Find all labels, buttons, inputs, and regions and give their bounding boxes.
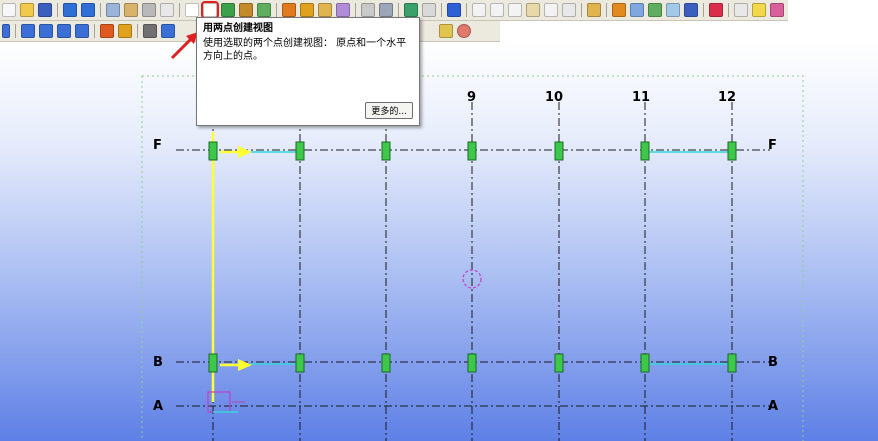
export-icon[interactable]	[221, 3, 235, 17]
redo-icon[interactable]	[81, 3, 95, 17]
lightbulb-icon[interactable]	[752, 3, 766, 17]
paste-icon[interactable]	[124, 3, 138, 17]
column-marker[interactable]	[554, 141, 564, 161]
grid-column-label-10: 10	[545, 90, 563, 105]
tooltip: 用两点创建视图 使用选取的两个点创建视图： 原点和一个水平方向上的点。 更多的.…	[196, 17, 420, 126]
bolt-icon[interactable]	[100, 24, 114, 38]
target-icon[interactable]	[457, 24, 471, 38]
pen-icon[interactable]	[439, 24, 453, 38]
grid-column-label-12: 12	[718, 90, 736, 105]
grid-row-label-b-left: B	[153, 355, 163, 370]
report-icon[interactable]	[300, 3, 314, 17]
cross-icon[interactable]	[508, 3, 522, 17]
grid-column-label-11: 11	[632, 90, 650, 105]
create-view-two-points-icon[interactable]	[201, 1, 219, 19]
toolbar-separator	[137, 24, 138, 38]
brace-icon[interactable]	[39, 24, 53, 38]
drawing-icon[interactable]	[282, 3, 296, 17]
toolbar-separator	[606, 3, 607, 17]
column-marker[interactable]	[208, 353, 218, 373]
weld-icon[interactable]	[118, 24, 132, 38]
properties-icon[interactable]	[160, 3, 174, 17]
arrow-icon[interactable]	[361, 3, 375, 17]
select-icon[interactable]	[404, 3, 418, 17]
magnet-icon[interactable]	[239, 3, 253, 17]
plate-icon[interactable]	[75, 24, 89, 38]
undo-icon[interactable]	[63, 3, 77, 17]
model-view[interactable]: 9 10 11 12 F F B B A A	[0, 42, 878, 441]
column-markers-row-f	[208, 141, 737, 161]
book-icon[interactable]	[318, 3, 332, 17]
grid-row-label-f-left: F	[153, 138, 162, 153]
grid-row-label-a-left: A	[153, 399, 163, 414]
model-icon[interactable]	[422, 3, 436, 17]
palette-icon[interactable]	[770, 3, 784, 17]
column-marker[interactable]	[381, 353, 391, 373]
stop-icon[interactable]	[709, 3, 723, 17]
toolbar-separator	[398, 3, 399, 17]
grid-column-label-9: 9	[467, 90, 476, 105]
toolbar-separator	[581, 3, 582, 17]
library-icon[interactable]	[684, 3, 698, 17]
toolbar-separator	[15, 24, 16, 38]
render-icon[interactable]	[666, 3, 680, 17]
gallery-icon[interactable]	[336, 3, 350, 17]
brush-icon[interactable]	[587, 3, 601, 17]
column-marker[interactable]	[640, 353, 650, 373]
view-icon[interactable]	[185, 3, 199, 17]
tools-icon[interactable]	[379, 3, 393, 17]
binoculars-icon[interactable]	[143, 24, 157, 38]
toolbar-separator	[355, 3, 356, 17]
direction-arrow-top	[220, 146, 252, 158]
toolbar-separator	[57, 3, 58, 17]
tooltip-title: 用两点创建视图	[203, 23, 273, 34]
toolbar-separator	[728, 3, 729, 17]
print-icon[interactable]	[142, 3, 156, 17]
grid-row-label-f-right: F	[768, 138, 777, 153]
help-icon[interactable]	[447, 3, 461, 17]
column-marker[interactable]	[381, 141, 391, 161]
snap-icon[interactable]	[257, 3, 271, 17]
more-info-button[interactable]: 更多的...	[365, 102, 413, 119]
toolbar-separator	[94, 24, 95, 38]
direction-arrow-bottom	[220, 359, 252, 371]
column-marker[interactable]	[554, 353, 564, 373]
new-icon[interactable]	[2, 3, 16, 17]
column-marker[interactable]	[295, 353, 305, 373]
copy-icon[interactable]	[106, 3, 120, 17]
dimension-icon[interactable]	[472, 3, 486, 17]
toolbar-separator	[179, 3, 180, 17]
column-marker[interactable]	[640, 141, 650, 161]
arc-icon[interactable]	[544, 3, 558, 17]
grid-row-label-a-right: A	[768, 399, 778, 414]
grid-row-label-b-right: B	[768, 355, 778, 370]
column-marker[interactable]	[208, 141, 218, 161]
column-markers-row-b	[208, 353, 737, 373]
column-marker[interactable]	[727, 141, 737, 161]
column-marker[interactable]	[467, 353, 477, 373]
clash-icon[interactable]	[648, 3, 662, 17]
tooltip-description: 使用选取的两个点创建视图： 原点和一个水平方向上的点。	[203, 38, 407, 62]
open-icon[interactable]	[20, 3, 34, 17]
toolbar-separator	[703, 3, 704, 17]
measure-icon[interactable]	[526, 3, 540, 17]
grid-drawing[interactable]: 9 10 11 12 F F B B A A	[0, 42, 878, 441]
forward-icon[interactable]	[734, 3, 748, 17]
column-marker[interactable]	[467, 141, 477, 161]
toolbar-separator	[441, 3, 442, 17]
column-marker[interactable]	[727, 353, 737, 373]
edit-icon[interactable]	[562, 3, 576, 17]
toolbar-separator	[100, 3, 101, 17]
layers-icon[interactable]	[612, 3, 626, 17]
save-icon[interactable]	[38, 3, 52, 17]
toolbar-separator	[276, 3, 277, 17]
column-icon[interactable]	[2, 24, 10, 38]
numbers-icon[interactable]	[630, 3, 644, 17]
angle-icon[interactable]	[490, 3, 504, 17]
column-marker[interactable]	[295, 141, 305, 161]
rail-icon[interactable]	[57, 24, 71, 38]
beam-icon[interactable]	[21, 24, 35, 38]
toolbar-separator	[466, 3, 467, 17]
